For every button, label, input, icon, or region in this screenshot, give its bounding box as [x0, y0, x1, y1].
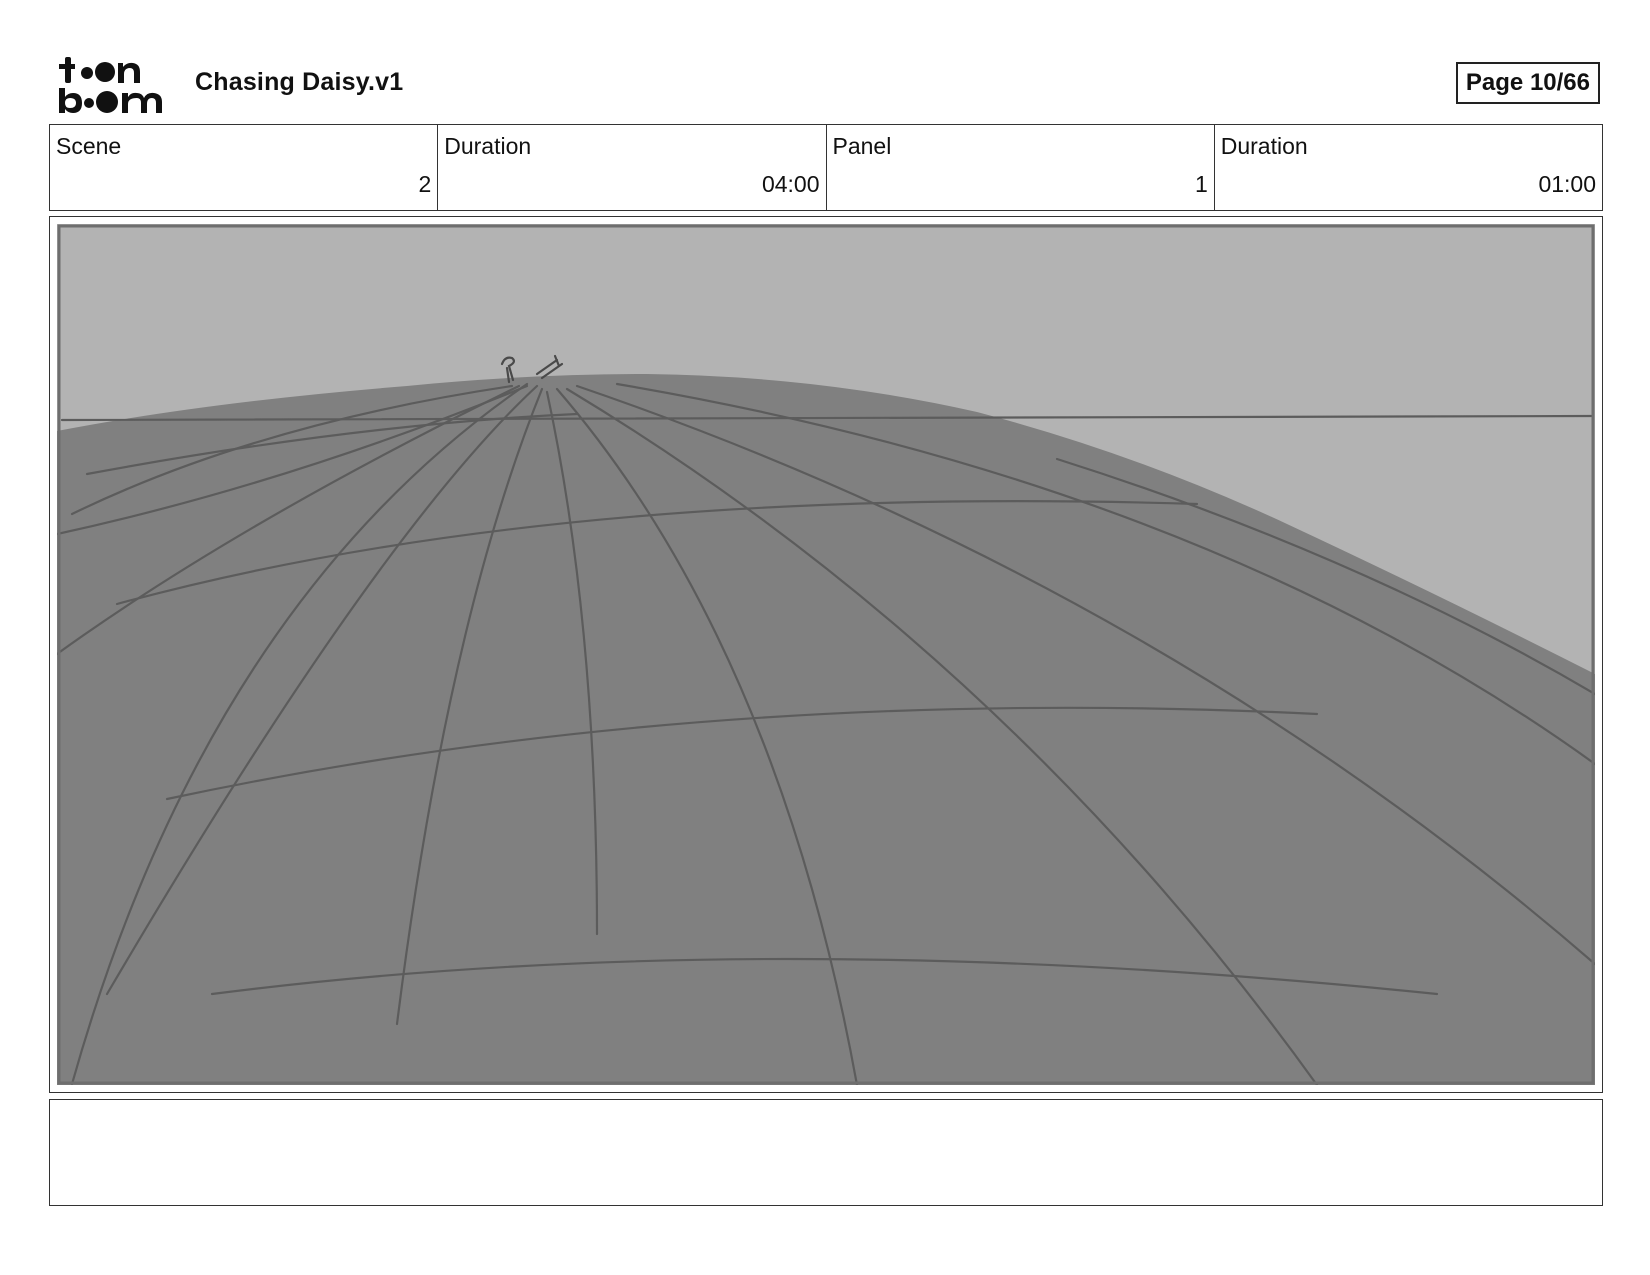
storyboard-header: Chasing Daisy.v1 Page 10/66 — [50, 50, 1603, 118]
scene-duration-cell: Duration 04:00 — [438, 125, 827, 210]
panel-cell: Panel 1 — [827, 125, 1215, 210]
panel-duration-value: 01:00 — [1538, 171, 1596, 197]
scene-value: 2 — [418, 171, 432, 197]
toon-boom-logo — [59, 57, 162, 113]
panel-caption-box[interactable] — [49, 1099, 1603, 1206]
scene-cell: Scene 2 — [50, 125, 439, 210]
storyboard-panel-frame — [49, 216, 1603, 1093]
page-indicator: Page 10/66 — [1455, 62, 1600, 104]
panel-duration-cell: Duration 01:00 — [1215, 125, 1602, 210]
document-title: Chasing Daisy.v1 — [195, 68, 404, 96]
storyboard-sketch — [57, 224, 1595, 1085]
scene-label: Scene — [56, 133, 122, 159]
panel-label: Panel — [832, 133, 892, 159]
scene-duration-label: Duration — [444, 133, 532, 159]
panel-duration-label: Duration — [1220, 133, 1308, 159]
panel-value: 1 — [1194, 171, 1208, 197]
scene-info-row: Scene 2 Duration 04:00 Panel 1 Duration … — [49, 124, 1603, 211]
scene-duration-value: 04:00 — [761, 171, 820, 197]
